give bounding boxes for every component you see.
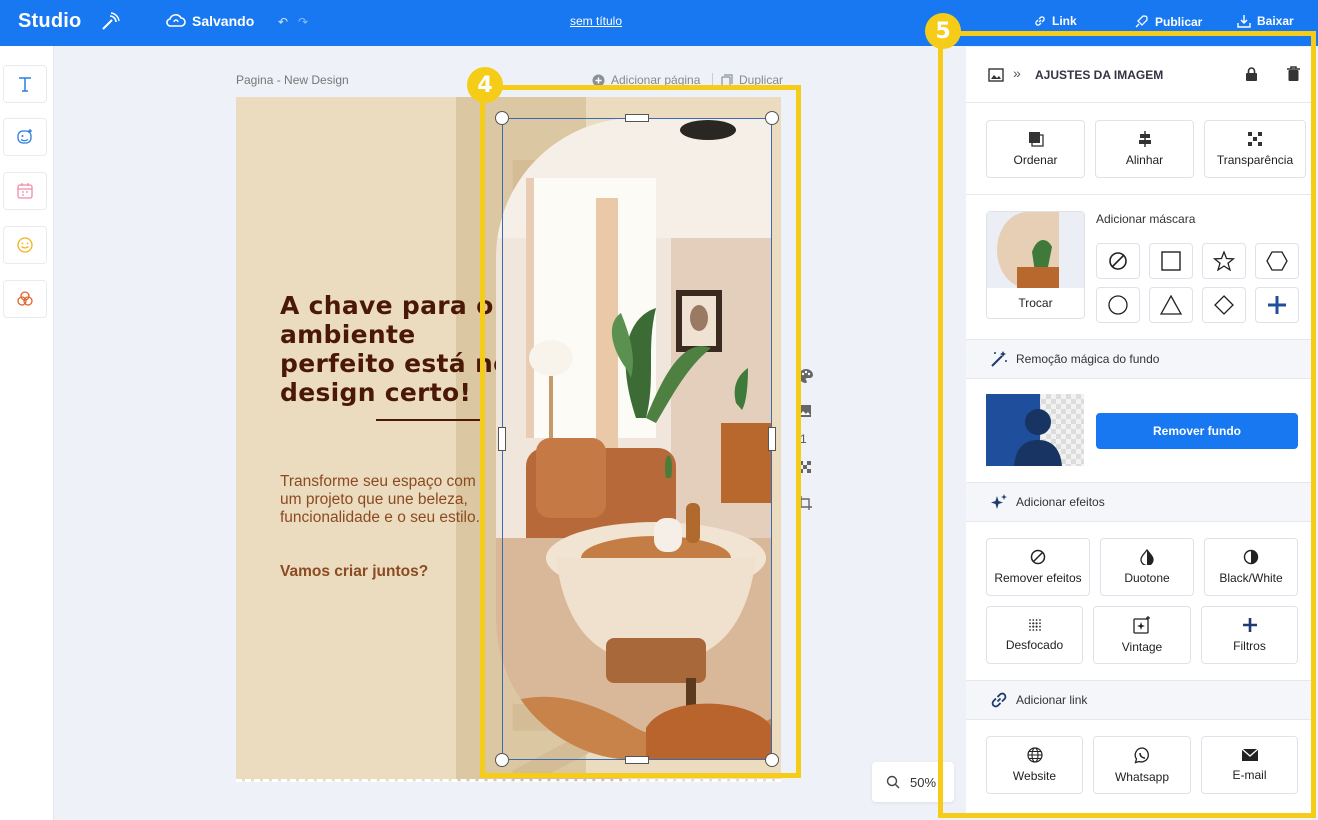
link-icon [1035,16,1045,26]
callout-frame-panel [938,31,1316,818]
text-tool-button[interactable] [3,65,47,103]
download-icon [1237,15,1251,28]
link-button[interactable]: Link [1034,14,1077,28]
document-title[interactable]: sem título [570,14,622,28]
body-text[interactable]: Transforme seu espaço com um projeto que… [280,473,495,527]
redo-icon[interactable]: ↷ [298,15,308,29]
download-button[interactable]: Baixar [1237,14,1294,28]
rocket-icon [1135,15,1148,28]
circles-icon [17,291,33,306]
zoom-value: 50% [910,774,937,790]
brand-logo[interactable]: Studio [18,10,81,33]
template-tool-button[interactable] [3,172,47,210]
save-status: Salvando [166,13,254,29]
emoji-icon [17,237,33,253]
callout-badge-5: 5 [925,13,961,49]
page-bleed-edge [236,779,781,782]
cta-text[interactable]: Vamos criar juntos? [280,563,428,581]
text-icon [19,77,31,92]
callout-frame-image [480,85,801,778]
image-tool-button[interactable] [3,118,47,156]
page-number: 1 [800,432,807,446]
callout-badge-4: 4 [467,67,503,103]
image-sticker-icon [17,129,32,144]
emoji-tool-button[interactable] [3,226,47,264]
headline-divider [376,419,480,421]
page-label: Pagina - New Design [236,73,349,87]
download-label: Baixar [1257,14,1294,28]
undo-icon[interactable]: ↶ [278,15,288,29]
cloud-sync-icon [166,14,186,27]
publish-button[interactable]: Publicar [1133,14,1202,30]
calendar-icon [17,183,33,199]
publish-label: Publicar [1155,15,1203,29]
save-status-label: Salvando [192,13,255,29]
shapes-tool-button[interactable] [3,280,47,318]
left-toolbar [0,46,54,820]
wand-icon[interactable] [100,12,120,32]
link-label: Link [1052,14,1077,28]
search-icon [886,775,900,789]
